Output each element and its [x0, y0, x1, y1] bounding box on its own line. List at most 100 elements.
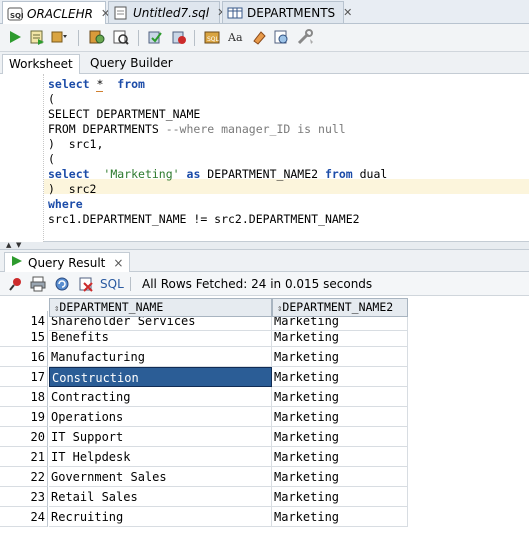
- unshared-worksheet-icon[interactable]: SQL: [204, 28, 222, 46]
- tools-icon[interactable]: [296, 28, 314, 46]
- row-number: 17: [0, 367, 48, 387]
- pane-splitter[interactable]: ▲ ▼: [0, 241, 529, 250]
- sql-link[interactable]: SQL: [100, 277, 124, 291]
- pin-icon[interactable]: [8, 276, 24, 295]
- cell-department-name[interactable]: Recruiting: [49, 507, 272, 527]
- run-script-icon[interactable]: [28, 28, 46, 46]
- tab-departments[interactable]: DEPARTMENTS ✕: [222, 1, 352, 23]
- editor-line-6: (: [48, 152, 55, 166]
- row-number: 22: [0, 467, 48, 487]
- cell-department-name2[interactable]: Marketing: [272, 327, 408, 347]
- refresh-icon[interactable]: [54, 276, 70, 295]
- result-tab-bar: Query Result ×: [0, 250, 529, 272]
- tab-query-result[interactable]: Query Result ×: [4, 252, 131, 272]
- editor-line-5: ) src1,: [48, 137, 104, 151]
- toolbar-divider: [130, 277, 131, 291]
- table-row-selected[interactable]: 17 Construction Marketing: [0, 367, 408, 387]
- table-row[interactable]: 24 Recruiting Marketing: [0, 507, 408, 527]
- run-result-icon: [11, 255, 23, 270]
- editor-line-10: src1.DEPARTMENT_NAME != src2.DEPARTMENT_…: [48, 212, 360, 226]
- sql-toolbar: SQL Aa: [0, 24, 529, 52]
- sql-file-icon: [113, 6, 129, 20]
- cell-department-name[interactable]: Benefits: [49, 327, 272, 347]
- cell-department-name2[interactable]: Marketing: [272, 387, 408, 407]
- result-toolbar: SQL All Rows Fetched: 24 in 0.015 second…: [0, 272, 529, 296]
- column-header-department-name[interactable]: ⇕DEPARTMENT_NAME: [49, 298, 272, 317]
- sql-editor[interactable]: select * from ( SELECT DEPARTMENT_NAME F…: [0, 74, 529, 242]
- tab-untitled7[interactable]: Untitled7.sql ✕: [108, 1, 226, 23]
- sql-tuning-icon[interactable]: [112, 28, 130, 46]
- row-number: 24: [0, 507, 48, 527]
- tab-label: ORACLEHR: [27, 6, 93, 21]
- table-row[interactable]: 23 Retail Sales Marketing: [0, 487, 408, 507]
- table-row[interactable]: 16 Manufacturing Marketing: [0, 347, 408, 367]
- cell-department-name2[interactable]: Marketing: [272, 407, 408, 427]
- cell-department-name[interactable]: IT Support: [49, 427, 272, 447]
- svg-text:SQL: SQL: [10, 12, 23, 20]
- document-tab-bar: SQL ORACLEHR ✕ Untitled7.sql ✕ DEPARTMEN…: [0, 0, 529, 25]
- tab-query-builder[interactable]: Query Builder: [84, 54, 179, 74]
- cell-department-name2[interactable]: Marketing: [272, 487, 408, 507]
- to-upper-lower-icon[interactable]: Aa: [228, 28, 246, 46]
- cell-department-name[interactable]: Contracting: [49, 387, 272, 407]
- editor-line-7: select 'Marketing' as DEPARTMENT_NAME2 f…: [48, 167, 388, 181]
- row-number: 15: [0, 327, 48, 347]
- tab-label: Query Result: [28, 255, 106, 270]
- run-statement-icon[interactable]: [6, 28, 24, 46]
- results-grid: ⇕DEPARTMENT_NAME ⇕DEPARTMENT_NAME2 14 Sh…: [0, 296, 529, 533]
- editor-line-2: (: [48, 92, 55, 106]
- editor-gutter: [0, 74, 44, 242]
- fetch-status-text: All Rows Fetched: 24 in 0.015 seconds: [142, 277, 373, 291]
- editor-line-9: where: [48, 197, 83, 211]
- row-number: 20: [0, 427, 48, 447]
- cell-department-name2[interactable]: Marketing: [272, 347, 408, 367]
- cell-department-name[interactable]: Operations: [49, 407, 272, 427]
- table-icon: [227, 6, 243, 20]
- table-row[interactable]: 15 Benefits Marketing: [0, 327, 408, 347]
- tab-label: Untitled7.sql: [133, 5, 210, 20]
- cell-department-name2[interactable]: Marketing: [272, 467, 408, 487]
- table-row[interactable]: 21 IT Helpdesk Marketing: [0, 447, 408, 467]
- close-icon[interactable]: ×: [113, 256, 123, 270]
- table-row[interactable]: 18 Contracting Marketing: [0, 387, 408, 407]
- cell-department-name[interactable]: Construction: [49, 367, 272, 387]
- rollback-icon[interactable]: [170, 28, 188, 46]
- tab-label: DEPARTMENTS: [247, 5, 336, 20]
- cell-department-name[interactable]: Retail Sales: [49, 487, 272, 507]
- tab-oraclehr[interactable]: SQL ORACLEHR ✕: [2, 1, 110, 25]
- cell-department-name2[interactable]: Marketing: [272, 427, 408, 447]
- row-number: 19: [0, 407, 48, 427]
- sql-history-icon[interactable]: [272, 28, 290, 46]
- explain-plan-icon[interactable]: [88, 28, 106, 46]
- print-icon[interactable]: [30, 276, 46, 295]
- sql-connection-icon: SQL: [7, 7, 26, 21]
- close-icon[interactable]: ✕: [343, 6, 352, 19]
- table-row[interactable]: 19 Operations Marketing: [0, 407, 408, 427]
- editor-line-1: select * from: [48, 77, 145, 92]
- tab-worksheet[interactable]: Worksheet: [2, 54, 80, 74]
- cancel-query-icon[interactable]: [78, 276, 94, 295]
- table-row[interactable]: 22 Government Sales Marketing: [0, 467, 408, 487]
- cell-department-name2[interactable]: Marketing: [272, 367, 408, 387]
- commit-icon[interactable]: [146, 28, 164, 46]
- cell-department-name[interactable]: Government Sales: [49, 467, 272, 487]
- collapse-down-icon[interactable]: ▼: [16, 241, 21, 249]
- editor-line-8: ) src2: [48, 182, 97, 196]
- collapse-up-icon[interactable]: ▲: [6, 241, 11, 249]
- cell-department-name[interactable]: IT Helpdesk: [49, 447, 272, 467]
- editor-line-4: FROM DEPARTMENTS --where manager_ID is n…: [48, 122, 346, 136]
- cell-department-name2[interactable]: Marketing: [272, 447, 408, 467]
- cell-department-name[interactable]: Manufacturing: [49, 347, 272, 367]
- cell-department-name2[interactable]: Marketing: [272, 507, 408, 527]
- row-number: 21: [0, 447, 48, 467]
- column-header-department-name2[interactable]: ⇕DEPARTMENT_NAME2: [272, 298, 408, 317]
- svg-text:SQL: SQL: [207, 36, 220, 43]
- autotrace-icon[interactable]: [50, 28, 68, 46]
- editor-line-3: SELECT DEPARTMENT_NAME: [48, 107, 201, 121]
- row-number: 18: [0, 387, 48, 407]
- row-number: 23: [0, 487, 48, 507]
- svg-text:Aa: Aa: [228, 31, 243, 44]
- table-row[interactable]: 20 IT Support Marketing: [0, 427, 408, 447]
- row-number: 16: [0, 347, 48, 367]
- clear-icon[interactable]: [250, 28, 268, 46]
